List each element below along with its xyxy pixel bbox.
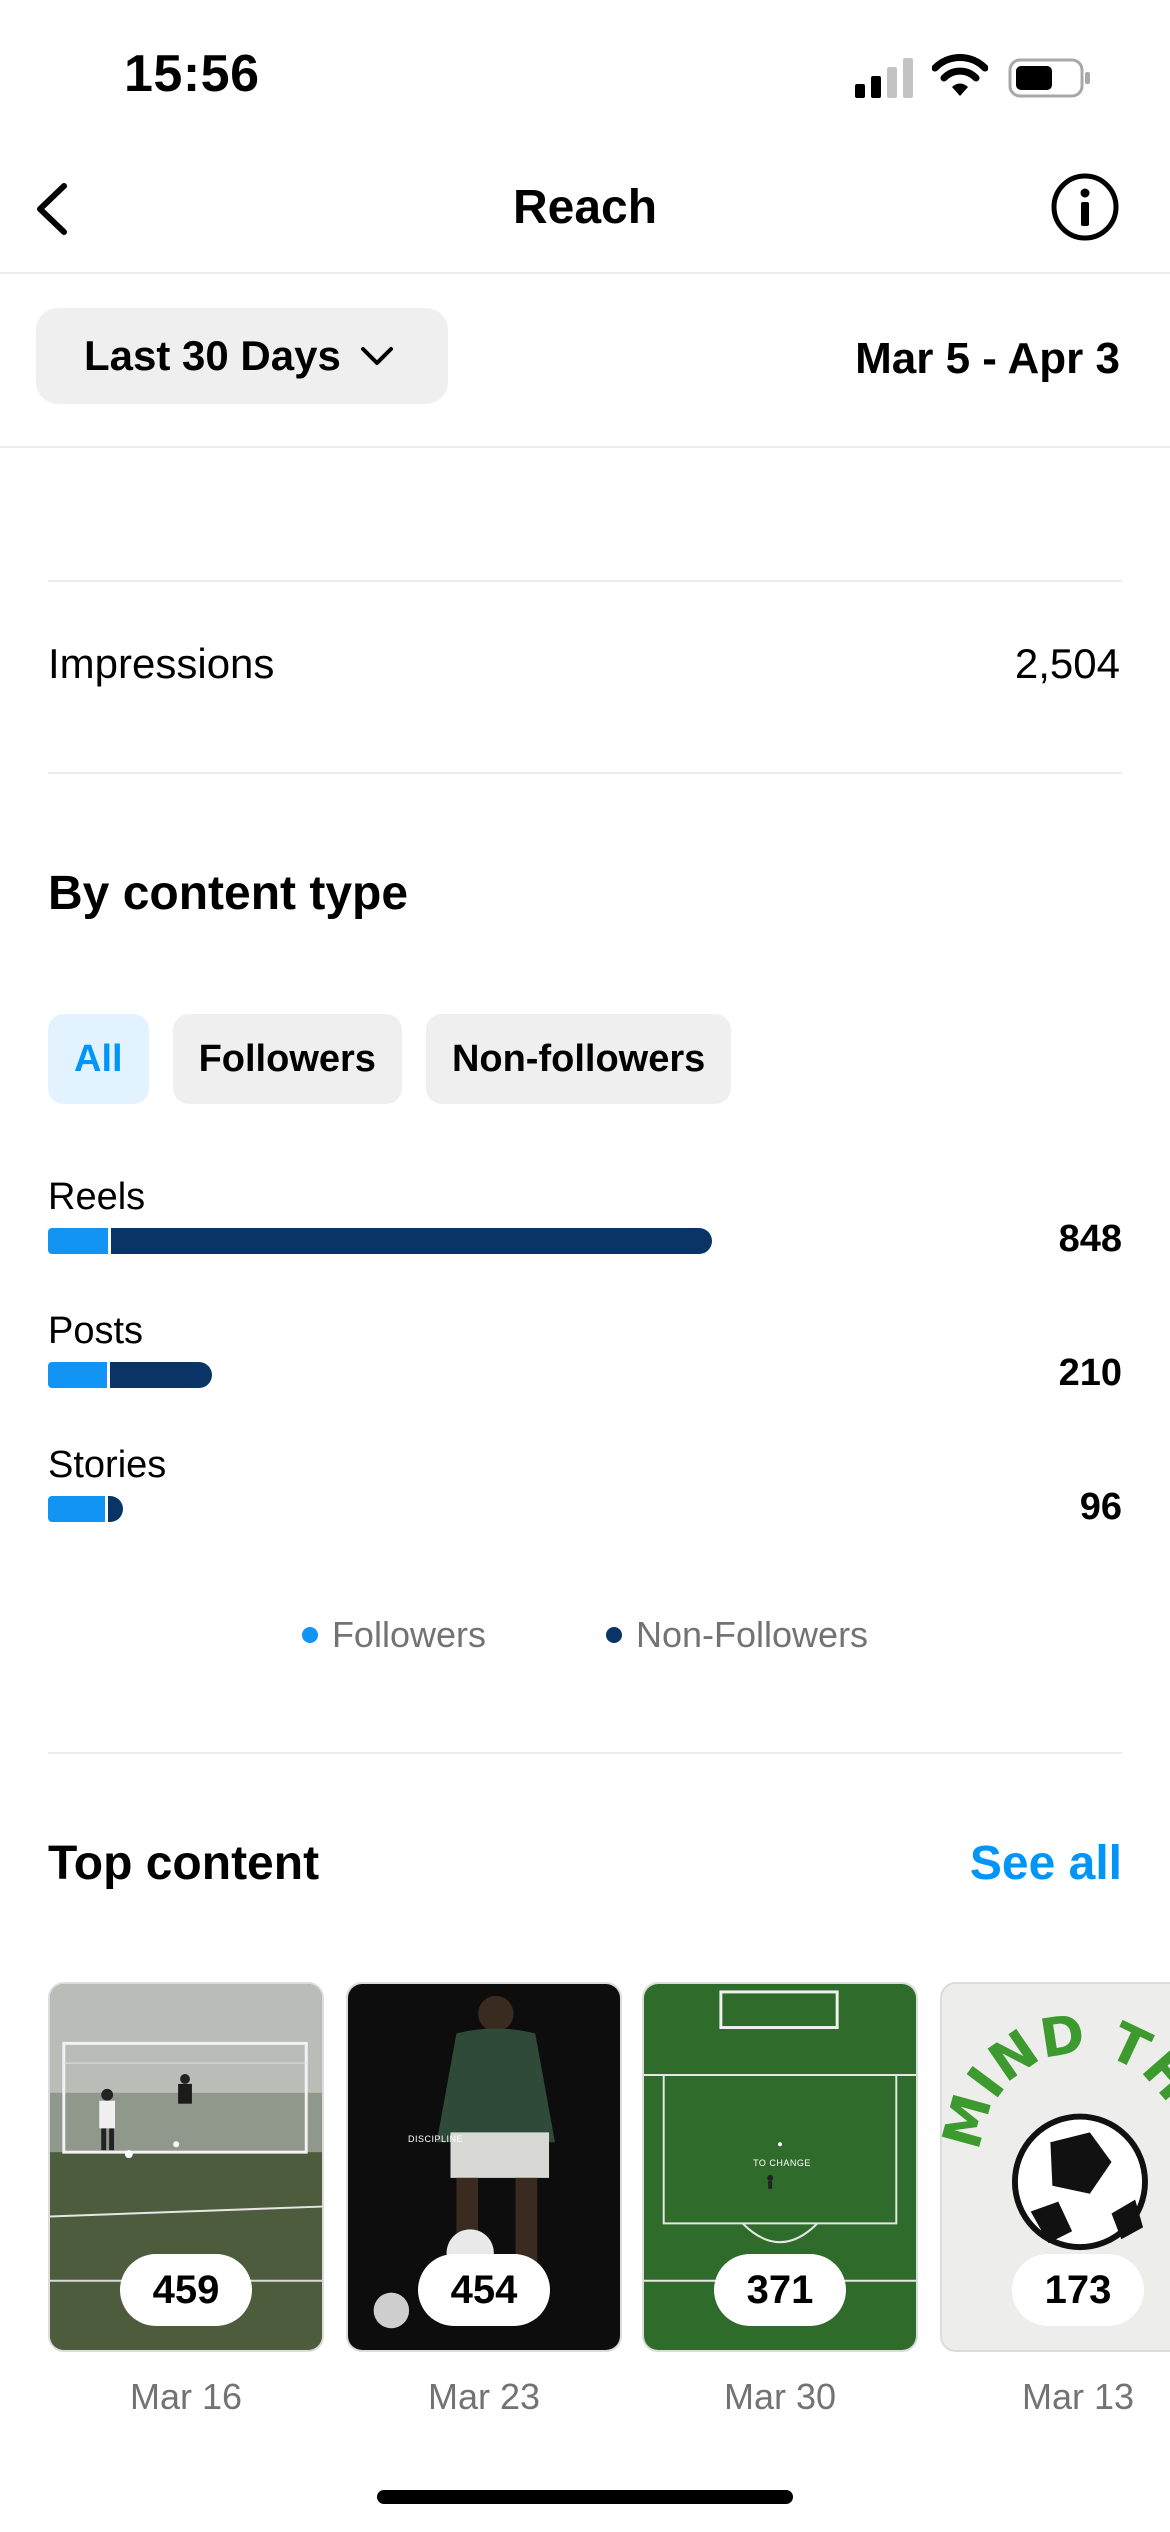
content-type-label: Reels bbox=[48, 1176, 146, 1218]
content-type-value: 96 bbox=[1079, 1486, 1122, 1528]
content-type-label: Stories bbox=[48, 1444, 167, 1486]
chip-followers[interactable]: Followers bbox=[172, 1014, 402, 1104]
divider bbox=[48, 580, 1122, 582]
status-time: 15:56 bbox=[124, 45, 260, 103]
followers-segment bbox=[48, 1362, 107, 1388]
date-range-dropdown-label: Last 30 Days bbox=[84, 332, 341, 379]
legend-label: Followers bbox=[331, 1614, 486, 1655]
top-content-thumbnail[interactable]: DISCIPLINE 454 bbox=[346, 1982, 622, 2352]
see-all-link[interactable]: See all bbox=[970, 1836, 1122, 1891]
top-content-thumbnail[interactable]: TO CHANGE 371 bbox=[642, 1982, 918, 2352]
cellular-signal-icon bbox=[855, 58, 913, 98]
date-range-dropdown[interactable]: Last 30 Days bbox=[36, 308, 448, 404]
non-followers-segment bbox=[110, 1362, 212, 1388]
non-followers-dot-icon bbox=[605, 1627, 622, 1643]
home-indicator[interactable] bbox=[377, 2490, 793, 2504]
legend-label: Non-Followers bbox=[635, 1614, 869, 1655]
thumbnail-date: Mar 30 bbox=[723, 2376, 837, 2417]
content-type-row-posts: Posts 210 bbox=[48, 1310, 1122, 1400]
content-type-row-reels: Reels 848 bbox=[48, 1176, 1122, 1266]
divider bbox=[48, 772, 1122, 774]
top-content-title: Top content bbox=[48, 1837, 320, 1890]
reach-bar bbox=[48, 1228, 948, 1254]
content-type-row-stories: Stories 96 bbox=[48, 1444, 1122, 1534]
status-bar: 15:56 bbox=[0, 0, 1170, 150]
chip-all[interactable]: All bbox=[48, 1014, 149, 1104]
reach-bar bbox=[48, 1496, 948, 1522]
reach-bar bbox=[48, 1362, 948, 1388]
audience-filter-chips: All Followers Non-followers bbox=[48, 1014, 732, 1104]
view-count-badge: 371 bbox=[714, 2254, 846, 2326]
filter-row: Last 30 Days Mar 5 - Apr 3 bbox=[0, 274, 1170, 448]
impressions-label: Impressions bbox=[48, 640, 275, 687]
legend-non-followers: Non-Followers bbox=[605, 1614, 869, 1656]
thumbnail-overlay-text: DISCIPLINE bbox=[408, 2134, 464, 2144]
thumbnail-date: Mar 13 bbox=[1021, 2376, 1135, 2417]
non-followers-segment bbox=[108, 1496, 123, 1522]
info-icon[interactable] bbox=[1050, 172, 1120, 242]
followers-segment bbox=[48, 1496, 105, 1522]
followers-dot-icon bbox=[301, 1627, 318, 1643]
battery-icon bbox=[1008, 58, 1090, 98]
nav-bar: Reach bbox=[0, 150, 1170, 274]
divider bbox=[48, 1752, 1122, 1754]
non-followers-segment bbox=[111, 1228, 712, 1254]
by-content-type-title: By content type bbox=[48, 867, 409, 920]
page-title: Reach bbox=[512, 181, 658, 234]
view-count-badge: 454 bbox=[418, 2254, 550, 2326]
thumbnail-date: Mar 16 bbox=[129, 2376, 243, 2417]
impressions-value: 2,504 bbox=[1014, 640, 1120, 687]
date-range-text: Mar 5 - Apr 3 bbox=[855, 334, 1120, 383]
chart-legend: Followers Non-Followers bbox=[0, 1614, 1170, 1656]
thumbnail-date: Mar 23 bbox=[427, 2376, 541, 2417]
legend-followers: Followers bbox=[301, 1614, 486, 1656]
content-type-value: 210 bbox=[1058, 1352, 1122, 1394]
top-content-thumbnail[interactable]: MIND THE BALL 173 bbox=[940, 1982, 1170, 2352]
content-type-value: 848 bbox=[1058, 1218, 1122, 1260]
top-content-thumbnail[interactable]: 459 bbox=[48, 1982, 324, 2352]
chip-non-followers[interactable]: Non-followers bbox=[425, 1014, 732, 1104]
view-count-badge: 459 bbox=[120, 2254, 252, 2326]
followers-segment bbox=[48, 1228, 108, 1254]
chevron-down-icon bbox=[360, 347, 393, 365]
content-type-label: Posts bbox=[48, 1310, 144, 1352]
wifi-icon bbox=[932, 54, 988, 96]
thumbnail-overlay-text: TO CHANGE bbox=[753, 2158, 811, 2168]
view-count-badge: 173 bbox=[1012, 2254, 1144, 2326]
